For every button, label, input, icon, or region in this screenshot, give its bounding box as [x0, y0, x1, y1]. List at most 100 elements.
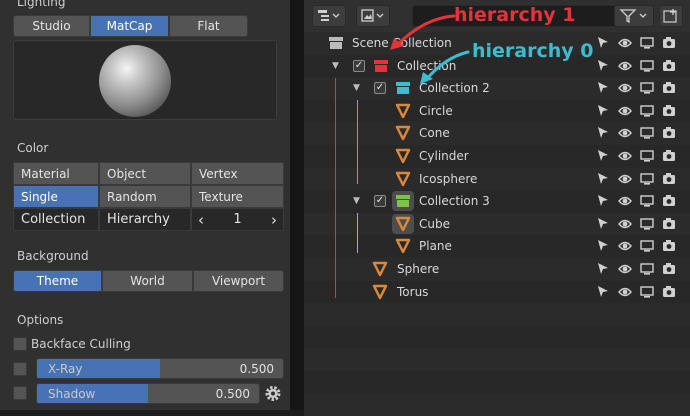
- lighting-flat-button[interactable]: Flat: [169, 15, 248, 37]
- select-arrow-icon[interactable]: [596, 217, 610, 231]
- camera-icon[interactable]: [662, 217, 676, 231]
- eye-icon[interactable]: [618, 126, 632, 140]
- cyan-arrow-icon: [420, 50, 470, 84]
- camera-icon[interactable]: [662, 36, 676, 50]
- funnel-icon: [619, 9, 647, 23]
- camera-icon[interactable]: [662, 59, 676, 73]
- lighting-studio-button[interactable]: Studio: [13, 15, 90, 37]
- shadow-value: 0.500: [215, 387, 250, 401]
- lighting-matcap-button[interactable]: MatCap: [90, 15, 169, 37]
- exclude-checkbox[interactable]: ✓: [374, 82, 386, 95]
- xray-slider[interactable]: X-Ray 0.500: [36, 358, 284, 379]
- outliner-row-plane[interactable]: Plane: [304, 235, 690, 258]
- color-texture-button[interactable]: Texture: [191, 185, 284, 208]
- outliner-row-cone[interactable]: Cone: [304, 122, 690, 145]
- select-arrow-icon[interactable]: [596, 59, 610, 73]
- eye-icon[interactable]: [618, 36, 632, 50]
- color-hierarchy-button[interactable]: Hierarchy: [99, 208, 191, 231]
- outliner-row-cube[interactable]: Cube: [304, 212, 690, 236]
- expand-arrow-icon[interactable]: ▼: [353, 196, 360, 206]
- monitor-icon[interactable]: [640, 59, 654, 73]
- hierarchy-level-stepper[interactable]: ‹ 1 ›: [191, 208, 284, 231]
- select-arrow-icon[interactable]: [596, 285, 610, 299]
- monitor-icon[interactable]: [640, 126, 654, 140]
- xray-checkbox[interactable]: [13, 362, 27, 376]
- select-arrow-icon[interactable]: [596, 262, 610, 276]
- monitor-icon[interactable]: [640, 172, 654, 186]
- outliner-row-collection-3[interactable]: ▼ ✓ Collection 3: [304, 190, 690, 213]
- eye-icon[interactable]: [618, 172, 632, 186]
- background-theme-button[interactable]: Theme: [13, 270, 102, 292]
- stepper-increment-icon[interactable]: ›: [271, 211, 283, 229]
- eye-icon[interactable]: [618, 194, 632, 208]
- camera-icon[interactable]: [662, 172, 676, 186]
- row-label: Sphere: [397, 262, 440, 276]
- monitor-icon[interactable]: [640, 262, 654, 276]
- color-vertex-button[interactable]: Vertex: [191, 162, 284, 185]
- camera-icon[interactable]: [662, 126, 676, 140]
- outliner-row-torus[interactable]: Torus: [304, 281, 690, 304]
- camera-icon[interactable]: [662, 149, 676, 163]
- shadow-settings-button[interactable]: [262, 383, 284, 404]
- select-arrow-icon[interactable]: [596, 239, 610, 253]
- backface-culling-label: Backface Culling: [31, 337, 131, 351]
- shadow-checkbox[interactable]: [13, 386, 27, 400]
- monitor-icon[interactable]: [640, 217, 654, 231]
- color-material-button[interactable]: Material: [13, 162, 99, 185]
- outliner-empty-row: [304, 348, 690, 371]
- eye-icon[interactable]: [618, 217, 632, 231]
- camera-icon[interactable]: [662, 81, 676, 95]
- monitor-icon[interactable]: [640, 285, 654, 299]
- camera-icon[interactable]: [662, 194, 676, 208]
- mesh-object-icon: [372, 284, 388, 299]
- exclude-checkbox[interactable]: ✓: [353, 59, 365, 72]
- eye-icon[interactable]: [618, 81, 632, 95]
- color-random-button[interactable]: Random: [99, 185, 191, 208]
- select-arrow-icon[interactable]: [596, 149, 610, 163]
- select-arrow-icon[interactable]: [596, 81, 610, 95]
- stepper-decrement-icon[interactable]: ‹: [192, 211, 204, 229]
- filter-dropdown[interactable]: [614, 5, 654, 27]
- outliner-row-collection-2[interactable]: ▼ ✓ Collection 2: [304, 77, 690, 100]
- monitor-icon[interactable]: [640, 81, 654, 95]
- background-viewport-button[interactable]: Viewport: [193, 270, 284, 292]
- eye-icon[interactable]: [618, 59, 632, 73]
- camera-icon[interactable]: [662, 262, 676, 276]
- camera-icon[interactable]: [662, 239, 676, 253]
- select-arrow-icon[interactable]: [596, 172, 610, 186]
- select-arrow-icon[interactable]: [596, 104, 610, 118]
- monitor-icon[interactable]: [640, 194, 654, 208]
- display-mode-dropdown[interactable]: [312, 5, 346, 27]
- eye-icon[interactable]: [618, 149, 632, 163]
- expand-arrow-icon[interactable]: ▼: [332, 61, 339, 71]
- camera-icon[interactable]: [662, 104, 676, 118]
- select-arrow-icon[interactable]: [596, 194, 610, 208]
- eye-icon[interactable]: [618, 104, 632, 118]
- gear-icon: [265, 386, 281, 401]
- eye-icon[interactable]: [618, 239, 632, 253]
- monitor-icon[interactable]: [640, 239, 654, 253]
- camera-icon[interactable]: [662, 285, 676, 299]
- shadow-slider[interactable]: Shadow 0.500: [36, 383, 260, 404]
- outliner-row-circle[interactable]: Circle: [304, 100, 690, 123]
- eye-icon[interactable]: [618, 262, 632, 276]
- monitor-icon[interactable]: [640, 104, 654, 118]
- select-arrow-icon[interactable]: [596, 36, 610, 50]
- outliner-row-icosphere[interactable]: Icosphere: [304, 167, 690, 191]
- outliner-row-cylinder[interactable]: Cylinder: [304, 145, 690, 168]
- outliner-row-sphere[interactable]: Sphere: [304, 258, 690, 281]
- expand-arrow-icon[interactable]: ▼: [353, 83, 360, 93]
- eye-icon[interactable]: [618, 285, 632, 299]
- monitor-icon[interactable]: [640, 36, 654, 50]
- new-collection-button[interactable]: [659, 5, 683, 27]
- color-collection-button[interactable]: Collection: [13, 208, 99, 231]
- select-arrow-icon[interactable]: [596, 126, 610, 140]
- color-object-button[interactable]: Object: [99, 162, 191, 185]
- monitor-icon[interactable]: [640, 149, 654, 163]
- hierarchy-level-value: 1: [233, 212, 242, 227]
- background-world-button[interactable]: World: [102, 270, 193, 292]
- backface-culling-checkbox[interactable]: [13, 337, 27, 351]
- color-single-button[interactable]: Single: [13, 185, 99, 208]
- exclude-checkbox[interactable]: ✓: [374, 195, 386, 208]
- matcap-preview[interactable]: [13, 40, 277, 120]
